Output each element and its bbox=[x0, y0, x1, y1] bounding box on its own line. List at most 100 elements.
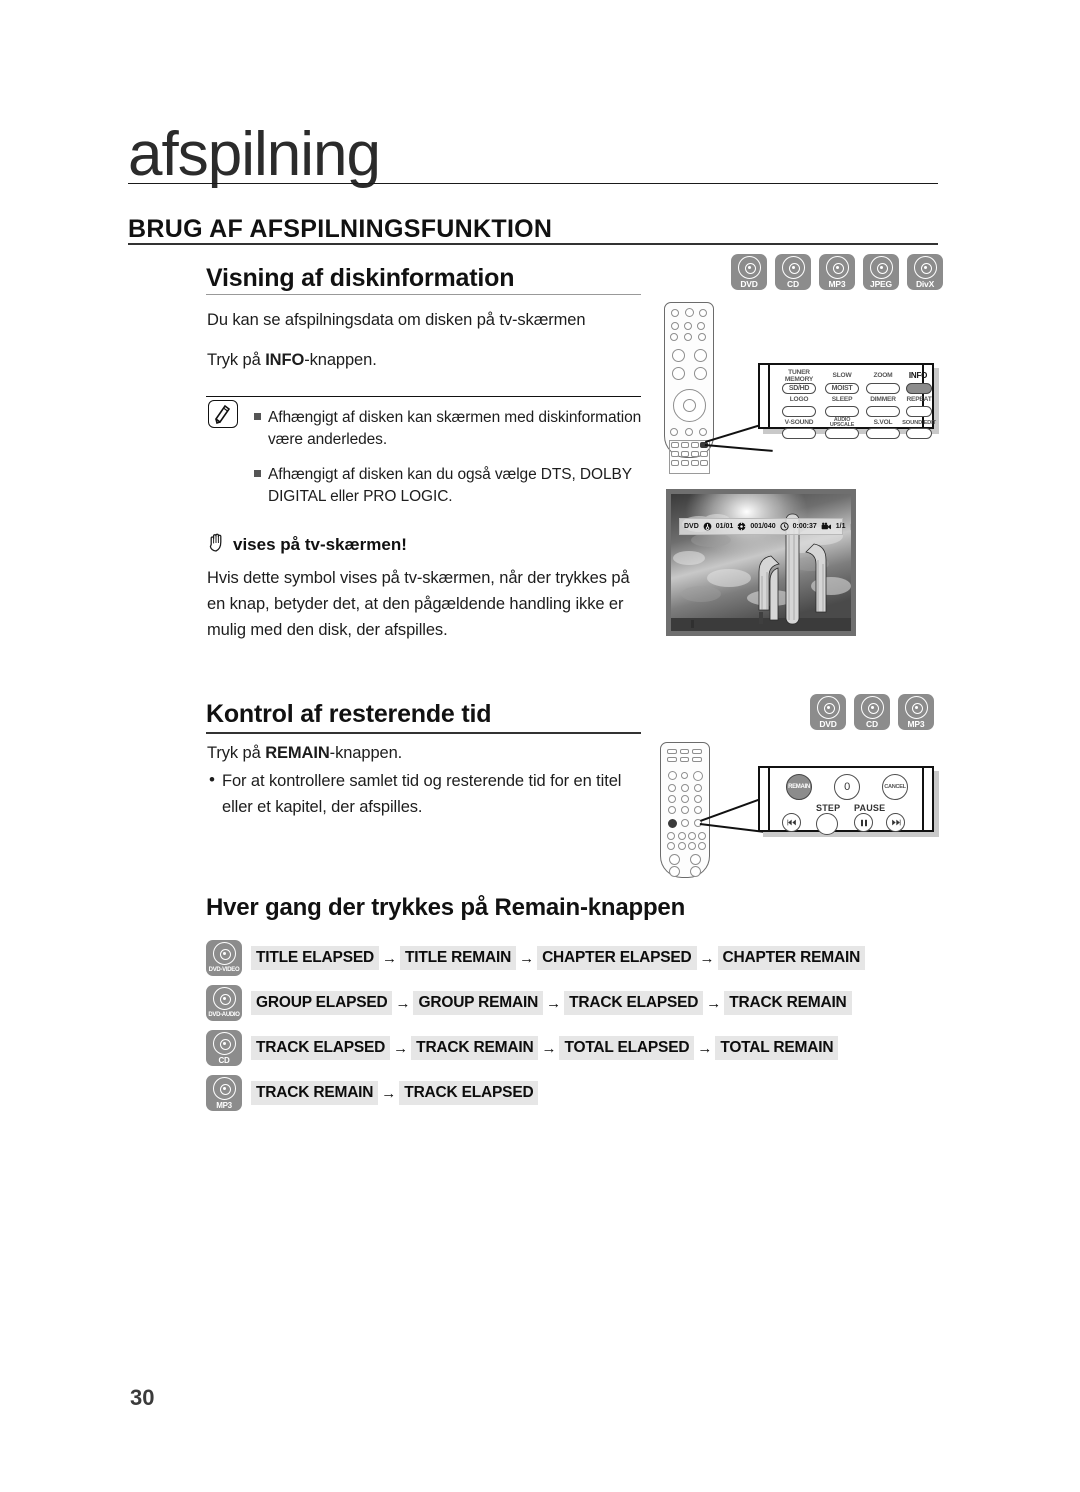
remote-button bbox=[697, 322, 705, 330]
arrow-icon: → bbox=[541, 1039, 557, 1057]
remote-key bbox=[667, 757, 677, 762]
volume-down-button bbox=[672, 367, 685, 380]
disc-icon bbox=[816, 696, 840, 719]
button-repeat[interactable] bbox=[906, 406, 932, 417]
button-remain[interactable]: REMAIN bbox=[786, 774, 812, 800]
button-audio-upscale[interactable] bbox=[825, 428, 859, 439]
button-dimmer[interactable] bbox=[866, 406, 900, 417]
sequence-steps: TRACK ELAPSED → TRACK REMAIN → TOTAL ELA… bbox=[251, 1036, 839, 1060]
button-label-sound-edit: SOUND EDIT bbox=[902, 420, 936, 426]
button-zoom[interactable] bbox=[866, 383, 900, 394]
subheading-kontrol: Kontrol af resterende tid bbox=[206, 700, 492, 728]
button-label-repeat: REPEAT bbox=[906, 396, 932, 403]
sequence-step: TRACK REMAIN bbox=[411, 1036, 539, 1060]
skip-forward-icon[interactable] bbox=[886, 813, 905, 832]
pause-icon[interactable] bbox=[854, 813, 873, 832]
button-label-v-sound: V-SOUND bbox=[784, 419, 814, 426]
disc-badge-label: MP3 bbox=[828, 279, 846, 289]
number-8-button bbox=[681, 806, 689, 814]
disc-icon bbox=[781, 256, 805, 279]
info-button-name: INFO bbox=[265, 351, 305, 369]
disc-badge-dvd-audio: DVD-AUDIO bbox=[206, 985, 242, 1021]
number-0-button bbox=[681, 819, 689, 827]
remain-instruction-pre: Tryk på bbox=[207, 744, 266, 762]
remote-info-callout: TUNER MEMORY SD/HD SLOW MOIST ZOOM INFO … bbox=[758, 363, 936, 439]
button-logo[interactable] bbox=[782, 406, 816, 417]
tv-screen-image: DVD 01/01 001/040 0:00:37 1/1 bbox=[671, 494, 851, 631]
hand-body-text: Hvis dette symbol vises på tv-skærmen, n… bbox=[207, 569, 630, 639]
play-icon bbox=[850, 523, 851, 531]
intro-line-2-post: -knappen. bbox=[304, 351, 377, 369]
enter-button bbox=[683, 399, 696, 412]
number-5-button bbox=[681, 795, 689, 803]
callout-edge-left bbox=[768, 768, 770, 830]
disc-badge-jpeg: JPEG bbox=[863, 254, 899, 290]
sequence-step: TRACK REMAIN bbox=[724, 991, 852, 1015]
sequence-step: TITLE REMAIN bbox=[399, 946, 517, 970]
remote-button bbox=[699, 428, 707, 436]
section-divider bbox=[128, 243, 938, 245]
button-label-remain: REMAIN bbox=[788, 784, 810, 790]
remote-button bbox=[698, 333, 706, 341]
disc-badges-section2: DVD CD MP3 bbox=[810, 694, 934, 730]
disc-icon bbox=[825, 256, 849, 279]
arrow-icon: → bbox=[381, 1084, 397, 1102]
power-button bbox=[668, 771, 677, 780]
disc-badges-section1: DVD CD MP3 JPEG DivX bbox=[731, 254, 943, 290]
osd-time-value: 0:00:37 bbox=[792, 523, 817, 530]
disc-badge-label: MP3 bbox=[216, 1101, 232, 1110]
sequence-step: TOTAL ELAPSED bbox=[559, 1036, 695, 1060]
remote-key bbox=[692, 749, 702, 754]
intro-line-2-pre: Tryk på bbox=[207, 351, 266, 369]
button-label-info: INFO bbox=[908, 371, 928, 380]
step-icon[interactable] bbox=[816, 813, 838, 835]
callout-leader-line bbox=[704, 444, 773, 452]
button-moist[interactable]: MOIST bbox=[825, 383, 859, 394]
button-cancel[interactable]: CANCEL bbox=[882, 774, 908, 800]
sequence-steps: TITLE ELAPSED → TITLE REMAIN → CHAPTER E… bbox=[251, 946, 866, 970]
button-sd-hd[interactable]: SD/HD bbox=[782, 383, 816, 394]
remote-button bbox=[667, 842, 675, 850]
button-s-vol[interactable] bbox=[866, 428, 900, 439]
volume-up-button bbox=[672, 349, 685, 362]
sequence-step: TRACK ELAPSED bbox=[564, 991, 704, 1015]
remain-key-highlighted bbox=[668, 819, 677, 828]
button-v-sound[interactable] bbox=[782, 428, 816, 439]
button-label-pause: PAUSE bbox=[854, 803, 886, 813]
button-sleep[interactable] bbox=[825, 406, 859, 417]
button-sound-edit[interactable] bbox=[906, 428, 932, 439]
number-2-button bbox=[681, 784, 689, 792]
disc-icon bbox=[904, 696, 928, 719]
remote-key bbox=[700, 460, 708, 466]
sequence-step: TRACK ELAPSED bbox=[251, 1036, 391, 1060]
channel-down-button bbox=[690, 866, 701, 877]
note-divider bbox=[206, 396, 641, 397]
disc-badge-mp3: MP3 bbox=[898, 694, 934, 730]
subheading-kontrol-divider bbox=[206, 732, 641, 734]
pause-button bbox=[688, 832, 696, 840]
remote-key bbox=[691, 460, 699, 466]
disc-badge-label: CD bbox=[787, 279, 799, 289]
remote-key bbox=[681, 451, 689, 457]
number-6-button bbox=[694, 795, 702, 803]
intro-line-2: Tryk på INFO-knappen. bbox=[207, 348, 637, 373]
disc-badge-mp3: MP3 bbox=[819, 254, 855, 290]
disc-badge-divx: DivX bbox=[907, 254, 943, 290]
sequence-step: TOTAL REMAIN bbox=[715, 1036, 839, 1060]
raised-hand-icon bbox=[208, 531, 227, 558]
disc-badge-cd: CD bbox=[206, 1030, 242, 1066]
section-title: BRUG AF AFSPILNINGSFUNKTION bbox=[128, 215, 553, 243]
page-number: 30 bbox=[130, 1385, 155, 1410]
skip-back-icon[interactable] bbox=[782, 813, 801, 832]
disc-badge-dvd: DVD bbox=[731, 254, 767, 290]
button-number-0[interactable]: 0 bbox=[834, 774, 860, 800]
button-label-sleep: SLEEP bbox=[831, 396, 853, 403]
cactus-photo bbox=[671, 494, 851, 631]
button-info[interactable] bbox=[906, 383, 932, 394]
remote-key bbox=[680, 749, 689, 754]
on-screen-display-bar: DVD 01/01 001/040 0:00:37 1/1 bbox=[679, 518, 851, 535]
disc-badge-dvd: DVD bbox=[810, 694, 846, 730]
title-icon bbox=[703, 522, 712, 531]
disc-badge-cd: CD bbox=[854, 694, 890, 730]
button-label-logo: LOGO bbox=[789, 396, 809, 403]
